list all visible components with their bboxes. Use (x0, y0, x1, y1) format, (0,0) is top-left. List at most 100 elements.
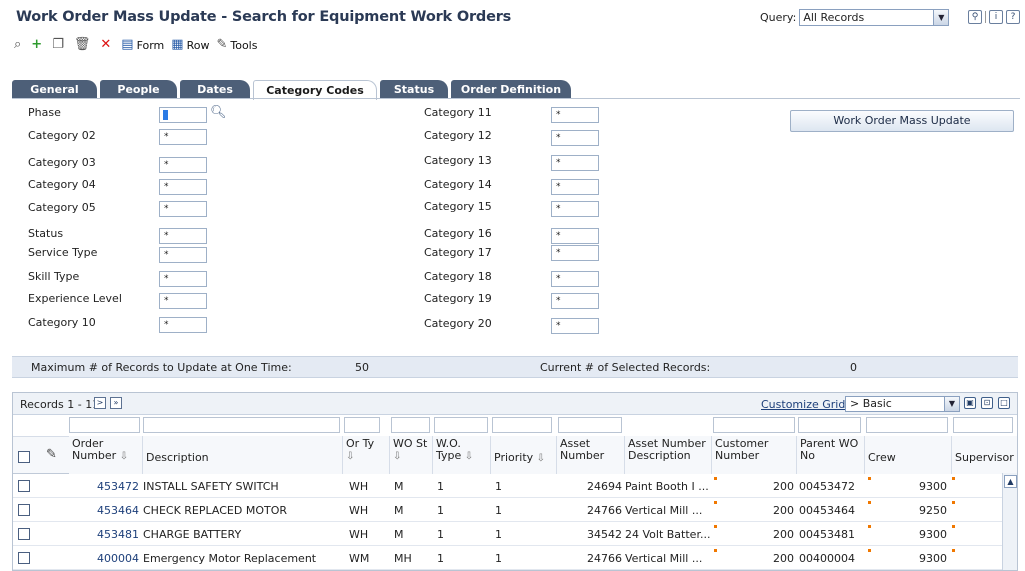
export-icon[interactable]: ⊡ (981, 397, 993, 409)
col-or-ty[interactable]: Or Ty ⇩ (343, 436, 390, 474)
status-field[interactable]: * (159, 228, 207, 244)
qbe-priority[interactable] (492, 417, 552, 433)
row-checkbox[interactable] (18, 552, 30, 564)
add-button[interactable]: + (31, 38, 45, 52)
qbe-description[interactable] (143, 417, 340, 433)
row-checkbox[interactable] (18, 480, 30, 492)
next-page-icon[interactable]: > (94, 397, 106, 409)
category-11-field[interactable]: * (551, 107, 599, 123)
chevron-down-icon[interactable]: ▼ (944, 397, 959, 411)
qbe-crew[interactable] (866, 417, 948, 433)
category-16-field[interactable]: * (551, 228, 599, 244)
category-03-field[interactable]: * (159, 157, 207, 173)
cell-order-number[interactable]: 453472 (73, 480, 139, 493)
tab-people[interactable]: People (100, 80, 177, 99)
filter-icon[interactable]: ⚲ (968, 10, 982, 24)
chevron-down-icon[interactable]: ▼ (933, 10, 949, 25)
phase-field[interactable] (159, 107, 207, 123)
delete-button[interactable]: ✕ (100, 38, 114, 52)
category-04-label: Category 04 (28, 178, 96, 191)
selected-records-label: Current # of Selected Records: (540, 361, 711, 374)
save-icon[interactable]: ▣ (964, 397, 976, 409)
grid-view-select[interactable]: > Basic ▼ (845, 396, 960, 412)
category-18-field[interactable]: * (551, 271, 599, 287)
category-20-field[interactable]: * (551, 318, 599, 334)
cell-wo-st: M (394, 528, 404, 541)
experience-level-field[interactable]: * (159, 293, 207, 309)
select-all-checkbox[interactable] (18, 451, 30, 463)
cell-order-number[interactable]: 453481 (73, 528, 139, 541)
note-marker (952, 477, 955, 480)
category-17-field[interactable]: * (551, 245, 599, 261)
table-row[interactable]: 453472 INSTALL SAFETY SWITCH WH M 1 1 24… (13, 475, 1003, 498)
row-label: Row (186, 38, 210, 52)
col-wo-st[interactable]: WO St ⇩ (390, 436, 433, 474)
category-02-field[interactable]: * (159, 129, 207, 145)
qbe-wo-type[interactable] (434, 417, 488, 433)
qbe-order-number[interactable] (69, 417, 140, 433)
query-select[interactable]: All Records ▼ (799, 9, 950, 26)
col-order-number[interactable]: Order Number ⇩ (69, 436, 143, 474)
category-13-field[interactable]: * (551, 155, 599, 171)
qbe-asset-number[interactable] (558, 417, 622, 433)
cell-order-number[interactable]: 400004 (73, 552, 139, 565)
tab-dates[interactable]: Dates (180, 80, 250, 99)
col-crew[interactable]: Crew (865, 436, 952, 474)
trash-button[interactable]: 🗑 (74, 38, 94, 52)
tab-category-codes[interactable]: Category Codes (253, 80, 377, 100)
col-wo-type[interactable]: W.O. Type ⇩ (433, 436, 491, 474)
cell-order-number[interactable]: 453464 (73, 504, 139, 517)
category-14-field[interactable]: * (551, 179, 599, 195)
search-icon[interactable]: 🔍︎ (210, 105, 227, 120)
category-10-field[interactable]: * (159, 317, 207, 333)
grid-scrollbar[interactable]: ▲ (1002, 473, 1017, 570)
row-checkbox[interactable] (18, 528, 30, 540)
tab-order-definition[interactable]: Order Definition (451, 80, 571, 99)
col-supervisor[interactable]: Supervisor (952, 436, 1017, 474)
copy-button[interactable]: ❐ (52, 38, 67, 52)
category-05-label: Category 05 (28, 201, 96, 214)
last-page-icon[interactable]: » (110, 397, 122, 409)
skill-type-field[interactable]: * (159, 271, 207, 287)
scroll-up-icon[interactable]: ▲ (1004, 475, 1017, 488)
category-14-label: Category 14 (424, 178, 492, 191)
customize-grid-link[interactable]: Customize Grid (761, 398, 845, 411)
col-parent-wo[interactable]: Parent WO No (797, 436, 865, 474)
category-15-field[interactable]: * (551, 201, 599, 217)
category-12-field[interactable]: * (551, 130, 599, 146)
col-asset-description[interactable]: Asset Number Description (625, 436, 712, 474)
maximize-icon[interactable]: □ (998, 397, 1010, 409)
tab-status[interactable]: Status (380, 80, 448, 99)
qbe-supervisor[interactable] (953, 417, 1013, 433)
find-button[interactable]: ⌕ (14, 38, 24, 52)
qbe-parent-wo[interactable] (798, 417, 861, 433)
tab-general[interactable]: General (12, 80, 97, 99)
note-marker (952, 525, 955, 528)
col-description[interactable]: Description (143, 436, 343, 474)
qbe-or-ty[interactable] (344, 417, 380, 433)
form-menu[interactable]: ▤ Form (121, 38, 164, 52)
table-row[interactable]: 453464 CHECK REPLACED MOTOR WH M 1 1 247… (13, 499, 1003, 522)
category-19-field[interactable]: * (551, 293, 599, 309)
qbe-wo-st[interactable] (391, 417, 430, 433)
col-customer-number[interactable]: Customer Number (712, 436, 797, 474)
row-checkbox[interactable] (18, 504, 30, 516)
category-05-field[interactable]: * (159, 201, 207, 217)
table-row[interactable]: 400004 Emergency Motor Replacement WM MH… (13, 547, 1003, 570)
info-icon[interactable]: i (989, 10, 1003, 24)
help-icon[interactable]: ? (1006, 10, 1020, 24)
col-priority[interactable]: Priority ⇩ (491, 436, 557, 474)
qbe-customer-number[interactable] (713, 417, 795, 433)
page-title: Work Order Mass Update - Search for Equi… (16, 9, 512, 25)
cell-asset-number: 24694 (587, 480, 622, 493)
row-menu[interactable]: ▦ Row (171, 38, 209, 52)
col-asset-number[interactable]: Asset Number (557, 436, 625, 474)
tools-menu[interactable]: ✎ Tools (216, 38, 257, 52)
service-type-field[interactable]: * (159, 247, 207, 263)
grid-view-value: > Basic (850, 397, 892, 410)
category-04-field[interactable]: * (159, 179, 207, 195)
cell-crew: 9300 (919, 528, 947, 541)
table-row[interactable]: 453481 CHARGE BATTERY WH M 1 1 34542 24 … (13, 523, 1003, 546)
work-order-mass-update-button[interactable]: Work Order Mass Update (790, 110, 1014, 132)
cell-parent-wo: 00400004 (799, 552, 855, 565)
